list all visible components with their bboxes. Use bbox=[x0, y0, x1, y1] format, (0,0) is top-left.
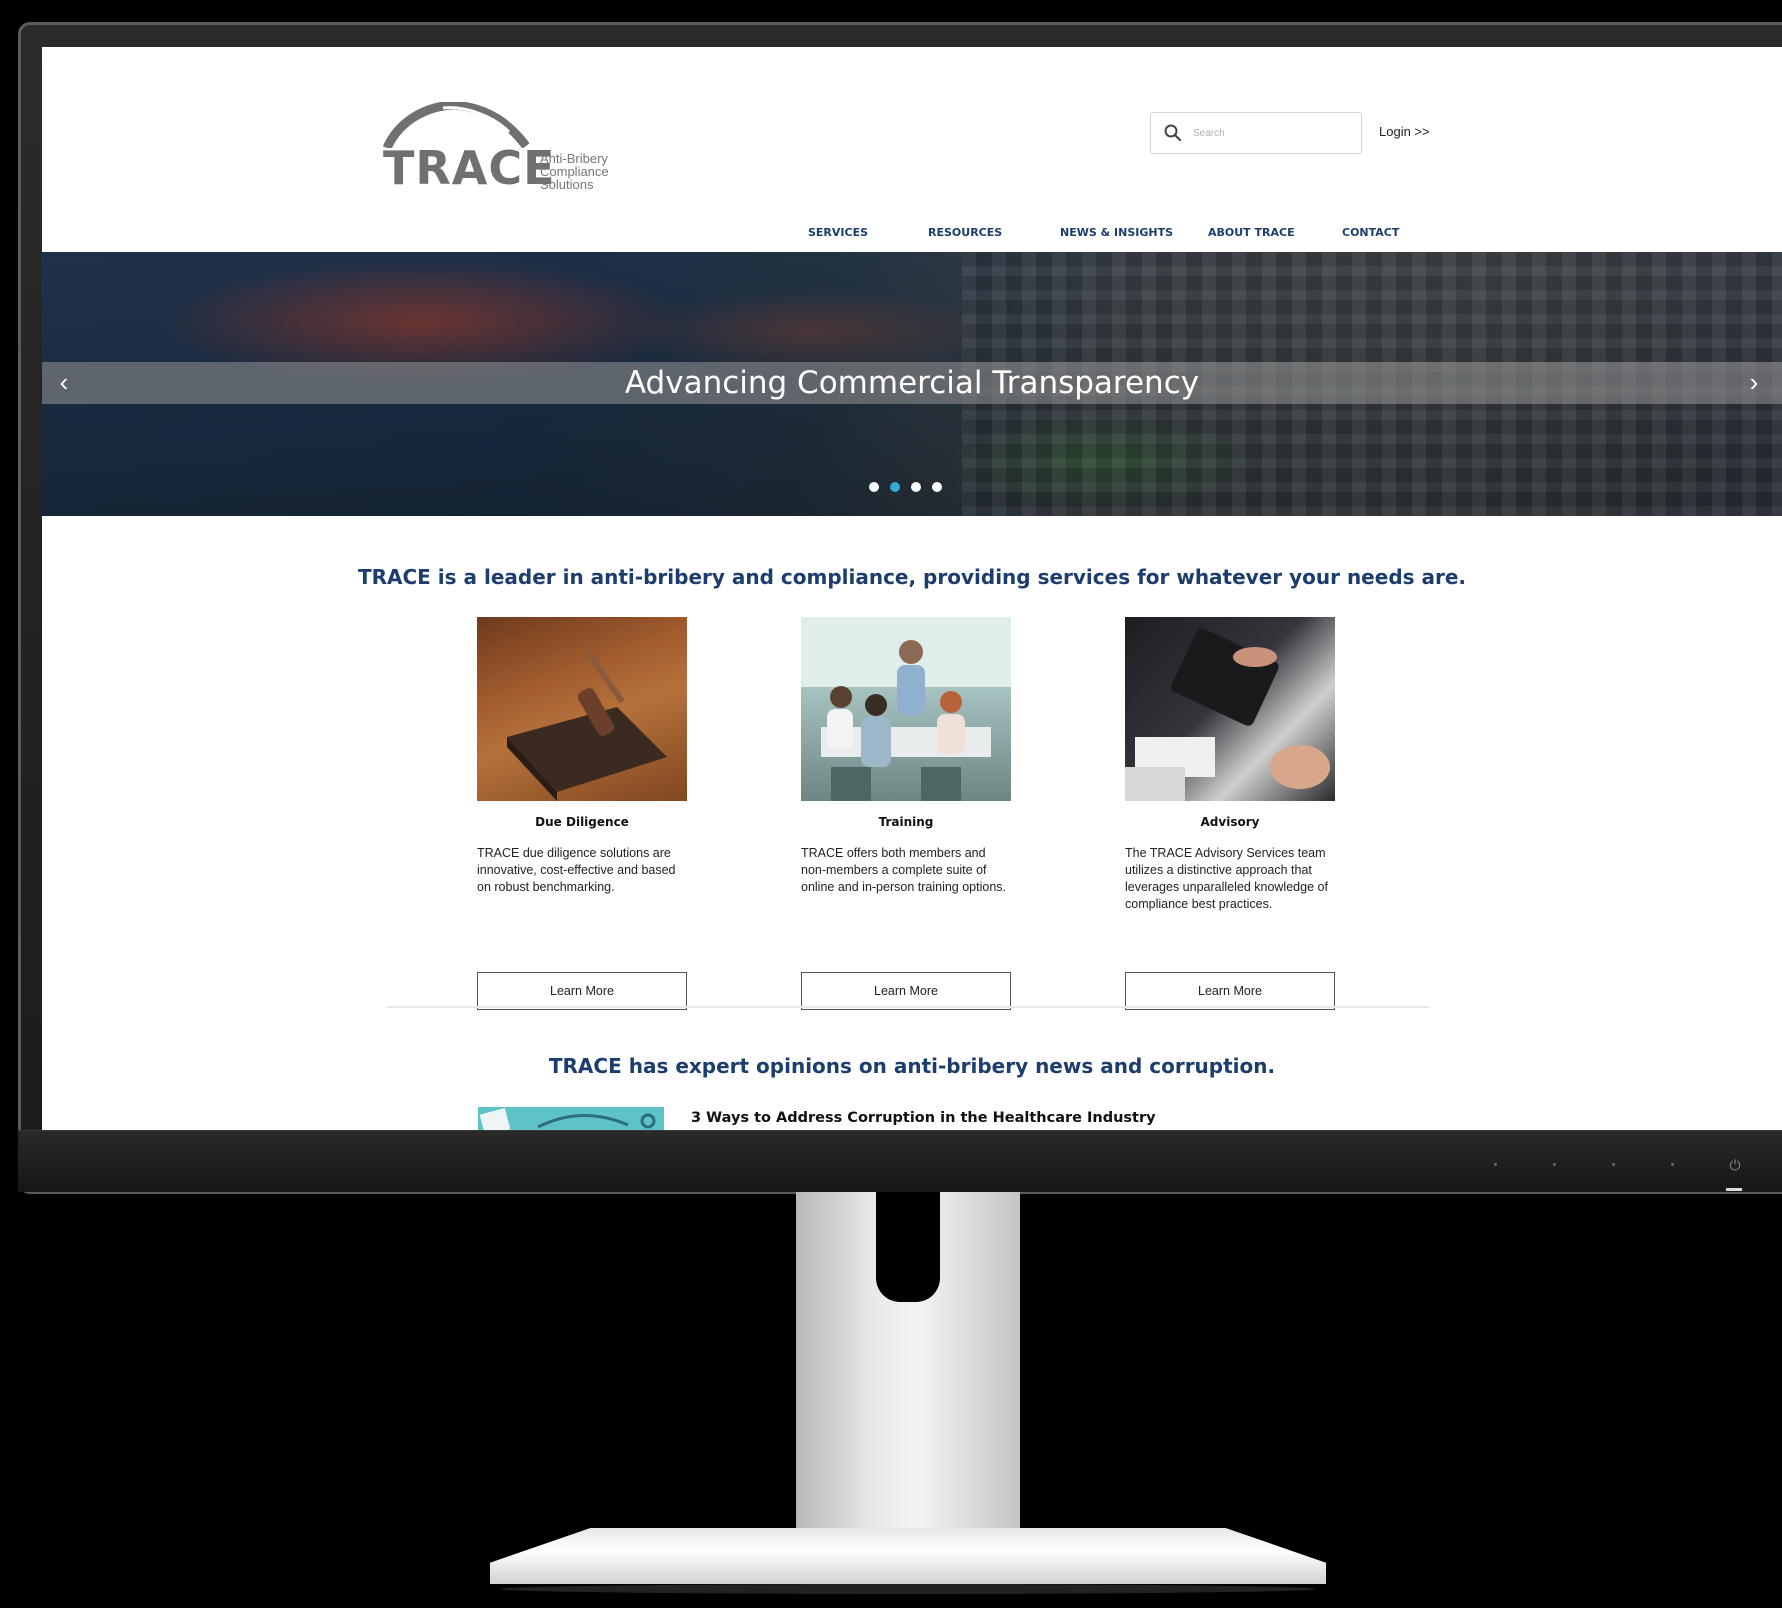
carousel-next-icon[interactable]: › bbox=[1744, 369, 1764, 395]
monitor-chin bbox=[18, 1130, 1782, 1192]
news-heading: TRACE has expert opinions on anti-briber… bbox=[548, 1054, 1276, 1078]
monitor-button-dot bbox=[1553, 1163, 1556, 1166]
service-card-advisory: Advisory The TRACE Advisory Services tea… bbox=[1125, 617, 1335, 1010]
learn-more-button[interactable]: Learn More bbox=[477, 972, 687, 1010]
carousel-prev-icon[interactable]: ‹ bbox=[54, 369, 74, 395]
article-thumbnail[interactable] bbox=[478, 1107, 664, 1130]
due-diligence-image bbox=[477, 617, 687, 801]
trace-logo[interactable]: TRACE Anti-Bribery Compliance Solutions bbox=[383, 102, 623, 202]
hero-carousel: Advancing Commercial Transparency ‹ › bbox=[42, 252, 1782, 516]
carousel-dot[interactable] bbox=[911, 482, 921, 492]
gavel-icon bbox=[507, 650, 667, 801]
service-description: The TRACE Advisory Services team utilize… bbox=[1125, 846, 1328, 911]
nav-item-contact[interactable]: CONTACT bbox=[1342, 226, 1399, 239]
screen: TRACE Anti-Bribery Compliance Solutions … bbox=[42, 47, 1782, 1130]
logo-wordmark: TRACE bbox=[383, 141, 556, 195]
advisory-image bbox=[1125, 617, 1335, 801]
nav-item-resources[interactable]: RESOURCES bbox=[928, 226, 1002, 239]
login-link[interactable]: Login >> bbox=[1379, 124, 1430, 139]
power-icon: ⏻ bbox=[1729, 1157, 1741, 1173]
logo-tagline: Anti-Bribery Compliance Solutions bbox=[540, 152, 640, 191]
logo-tagline-line: Solutions bbox=[540, 177, 594, 192]
monitor-stand-shadow bbox=[500, 1584, 1316, 1594]
monitor-button-dot bbox=[1494, 1163, 1497, 1166]
learn-more-button[interactable]: Learn More bbox=[1125, 972, 1335, 1010]
carousel-dot[interactable] bbox=[869, 482, 879, 492]
service-card-due-diligence: Due Diligence TRACE due diligence soluti… bbox=[477, 617, 687, 1010]
service-description: TRACE offers both members and non-member… bbox=[801, 846, 1006, 894]
service-name: Training bbox=[878, 815, 934, 829]
tablet-hands-icon bbox=[1125, 628, 1330, 801]
meeting-people-icon bbox=[801, 617, 1011, 801]
search-icon bbox=[1164, 124, 1182, 142]
monitor-button-dot bbox=[1612, 1163, 1615, 1166]
carousel-dots bbox=[869, 482, 942, 492]
nav-item-news-insights[interactable]: NEWS & INSIGHTS bbox=[1060, 226, 1173, 239]
training-image bbox=[801, 617, 1011, 801]
article-title[interactable]: 3 Ways to Address Corruption in the Heal… bbox=[691, 1110, 1156, 1126]
monitor-stand-cable-hole bbox=[876, 1192, 940, 1302]
service-name: Advisory bbox=[1200, 815, 1260, 829]
monitor-button-dot bbox=[1671, 1163, 1674, 1166]
nav-item-services[interactable]: SERVICES bbox=[808, 226, 868, 239]
monitor-stand-base bbox=[490, 1528, 1326, 1584]
search-input[interactable] bbox=[1193, 118, 1343, 148]
carousel-dot-active[interactable] bbox=[890, 482, 900, 492]
service-card-training: Training TRACE offers both members and n… bbox=[801, 617, 1011, 1010]
service-name: Due Diligence bbox=[535, 815, 629, 829]
service-description: TRACE due diligence solutions are innova… bbox=[477, 846, 676, 894]
carousel-dot[interactable] bbox=[932, 482, 942, 492]
nav-item-about-trace[interactable]: ABOUT TRACE bbox=[1208, 226, 1295, 239]
stethoscope-icon bbox=[479, 1108, 656, 1130]
hero-title: Advancing Commercial Transparency bbox=[624, 365, 1200, 401]
power-led bbox=[1726, 1188, 1742, 1191]
services-heading: TRACE is a leader in anti-bribery and co… bbox=[357, 565, 1467, 589]
section-divider bbox=[387, 1006, 1429, 1008]
search-box[interactable] bbox=[1150, 112, 1362, 154]
learn-more-button[interactable]: Learn More bbox=[801, 972, 1011, 1010]
